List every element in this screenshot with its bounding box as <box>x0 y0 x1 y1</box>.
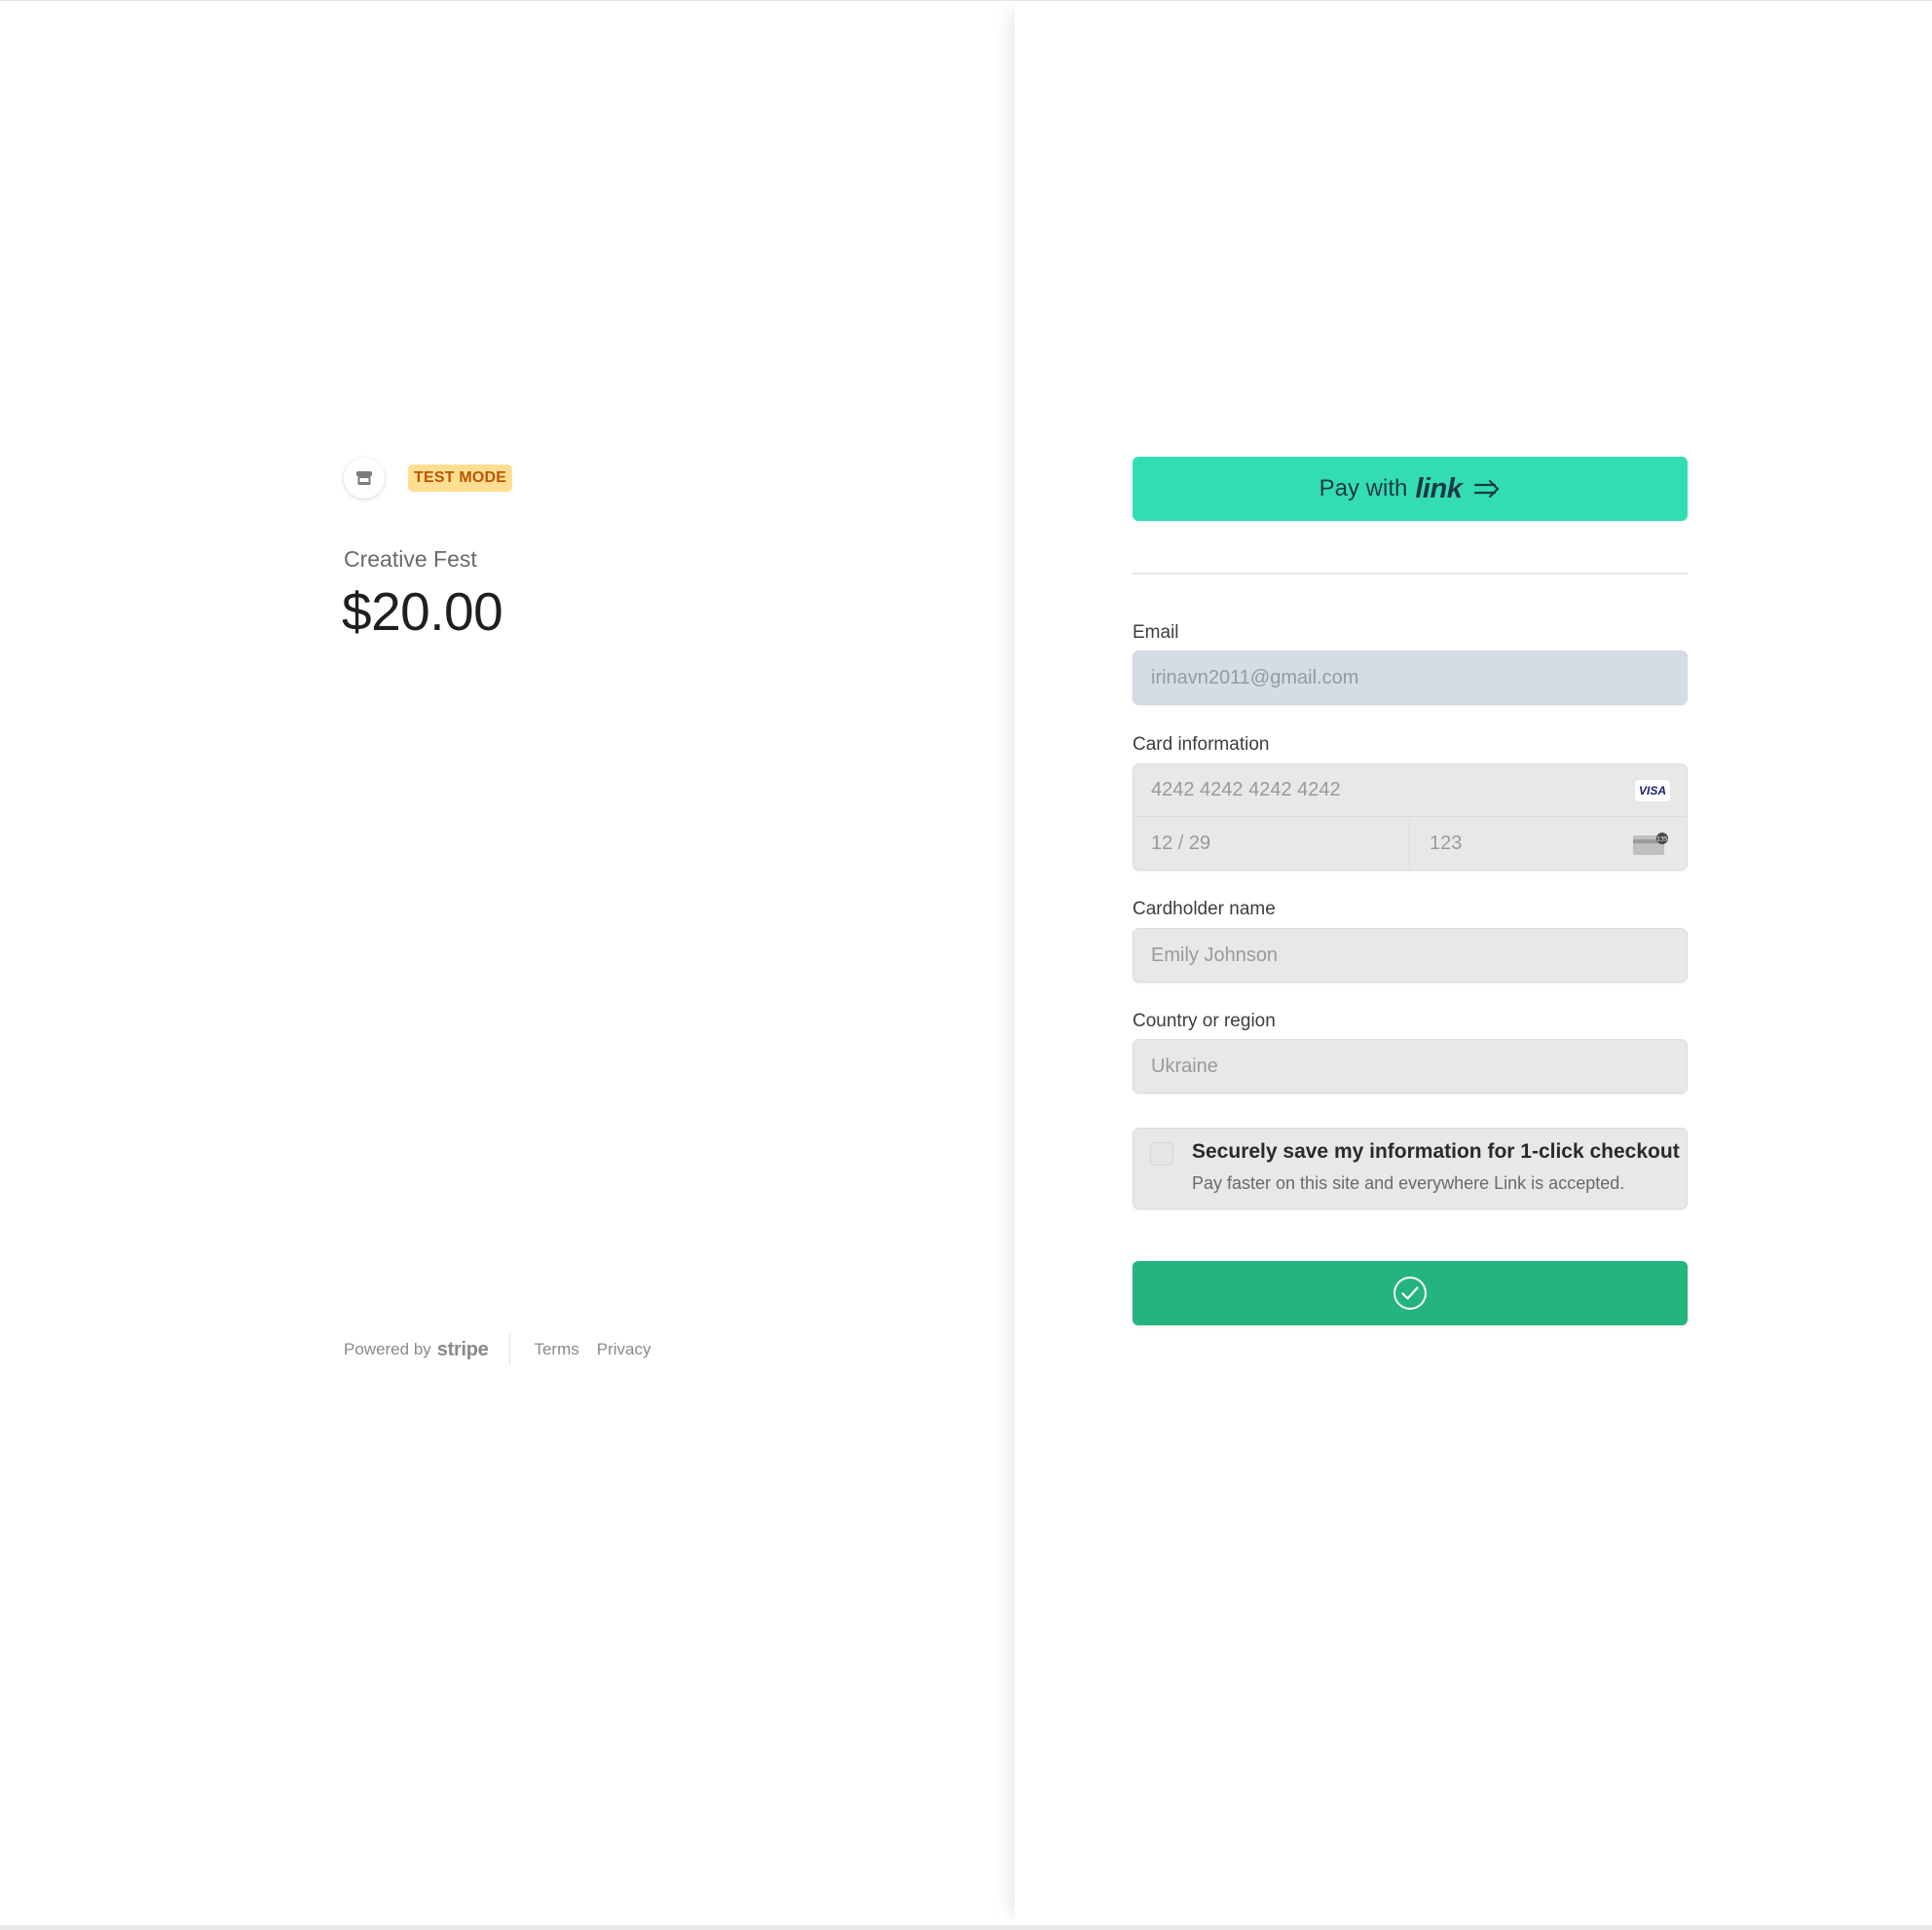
product-price: $20.00 <box>342 581 503 642</box>
save-info-option[interactable]: Securely save my information for 1-click… <box>1133 1128 1688 1209</box>
save-info-subtitle: Pay faster on this site and everywhere L… <box>1192 1173 1625 1193</box>
footer-divider <box>509 1334 511 1365</box>
save-info-checkbox[interactable] <box>1150 1142 1173 1166</box>
card-cvc-value: 123 <box>1430 832 1463 854</box>
powered-by-text: Powered by <box>344 1340 431 1358</box>
product-name: Creative Fest <box>344 546 477 572</box>
country-label: Country or region <box>1133 1011 1276 1031</box>
stripe-logo[interactable]: stripe <box>437 1339 489 1361</box>
arrow-right-icon <box>1474 479 1500 499</box>
privacy-link[interactable]: Privacy <box>597 1340 651 1359</box>
footer: Powered by stripe Terms Privacy <box>344 1334 668 1365</box>
bottom-border <box>0 1925 1932 1930</box>
card-info-label: Card information <box>1133 734 1270 755</box>
pay-with-link-button[interactable]: Pay with link <box>1133 457 1688 521</box>
card-cvc-field[interactable]: 123 135 <box>1410 817 1687 870</box>
save-info-title: Securely save my information for 1-click… <box>1192 1140 1680 1163</box>
or-divider <box>1133 573 1688 575</box>
cvc-icon-text: 135 <box>1656 836 1668 843</box>
pay-with-label: Pay with <box>1319 475 1408 501</box>
order-summary-pane: TEST MODE Creative Fest $20.00 Powered b… <box>0 1 1015 1925</box>
card-information-group: 4242 4242 4242 4242 VISA 12 / 29 123 135 <box>1133 763 1688 871</box>
email-label: Email <box>1133 622 1179 643</box>
terms-link[interactable]: Terms <box>534 1340 578 1359</box>
pay-button[interactable] <box>1133 1261 1688 1325</box>
check-circle-icon <box>1393 1277 1427 1310</box>
test-mode-badge: TEST MODE <box>408 464 513 492</box>
email-field[interactable]: irinavn2011@gmail.com <box>1133 650 1688 705</box>
country-select[interactable]: Ukraine <box>1133 1039 1688 1094</box>
cardholder-name-field[interactable]: Emily Johnson <box>1133 928 1688 983</box>
card-expiry-field[interactable]: 12 / 29 <box>1133 817 1410 870</box>
cardholder-name-label: Cardholder name <box>1133 899 1276 919</box>
store-icon <box>344 458 385 499</box>
cvc-card-icon: 135 <box>1633 833 1668 855</box>
card-number-field[interactable]: 4242 4242 4242 4242 VISA <box>1133 764 1687 817</box>
link-logo: link <box>1415 472 1463 504</box>
visa-icon: VISA <box>1635 780 1670 801</box>
card-number-value: 4242 4242 4242 4242 <box>1151 779 1341 800</box>
